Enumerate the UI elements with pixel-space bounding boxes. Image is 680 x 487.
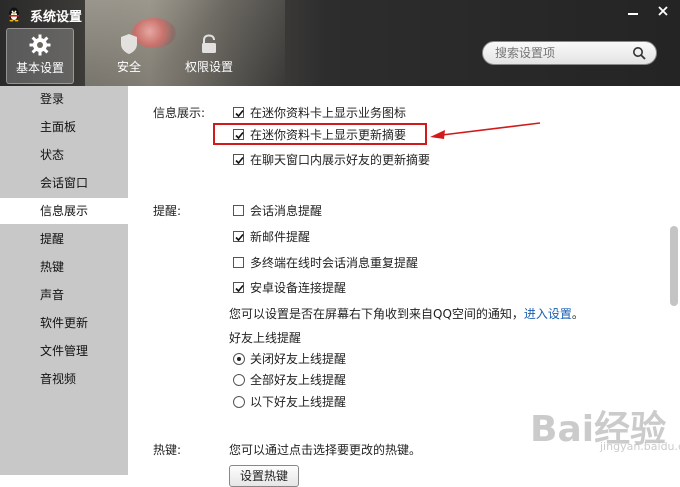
tab-basic-settings-label: 基本设置 [15, 61, 64, 75]
hotkey-description: 您可以通过点击选择要更改的热键。 [229, 443, 422, 457]
note-end: 。 [571, 307, 584, 321]
checkbox[interactable] [233, 282, 244, 293]
radio-selected-dot [237, 357, 241, 361]
checkbox-label: 多终端在线时会话消息重复提醒 [250, 256, 419, 270]
baidu-watermark-url: jingyan.baidu.com [600, 440, 680, 453]
minimize-button[interactable] [620, 2, 646, 22]
search-input[interactable] [495, 45, 625, 61]
radio-label: 关闭好友上线提醒 [250, 352, 347, 366]
reminder-option-new-mail[interactable]: 新邮件提醒 [233, 228, 310, 246]
sidebar-item-hotkeys[interactable]: 热键 [0, 254, 128, 280]
sidebar-item-main-panel[interactable]: 主面板 [0, 114, 128, 140]
checkbox-label: 安卓设备连接提醒 [250, 281, 347, 295]
sidebar-item-status[interactable]: 状态 [0, 142, 128, 168]
sidebar-item-login[interactable]: 登录 [0, 86, 128, 112]
reminder-option-android-connect[interactable]: 安卓设备连接提醒 [233, 279, 346, 297]
friend-online-option-all[interactable]: 全部好友上线提醒 [233, 371, 346, 389]
checkmark-icon [235, 233, 244, 242]
sidebar-item-file-management[interactable]: 文件管理 [0, 338, 128, 364]
info-option-business-icon[interactable]: 在迷你资料卡上显示业务图标 [233, 104, 406, 122]
tab-security-label: 安全 [116, 60, 141, 74]
enter-settings-link[interactable]: 进入设置 [524, 307, 572, 321]
window-title: 系统设置 [30, 10, 83, 25]
checkbox-label: 新邮件提醒 [250, 230, 311, 244]
annotation-highlight-box [213, 123, 427, 145]
close-icon [658, 6, 668, 16]
info-option-chat-update-summary[interactable]: 在聊天窗口内展示好友的更新摘要 [233, 151, 430, 169]
reminder-option-multi-terminal[interactable]: 多终端在线时会话消息重复提醒 [233, 254, 418, 272]
gear-icon [29, 34, 51, 56]
sidebar-item-software-update[interactable]: 软件更新 [0, 310, 128, 336]
minimize-icon [628, 13, 638, 15]
sidebar-item-reminders[interactable]: 提醒 [0, 226, 128, 252]
tab-permission-settings[interactable]: 权限设置 [176, 28, 242, 82]
checkmark-icon [235, 109, 244, 118]
checkbox-label: 会话消息提醒 [250, 204, 323, 218]
sidebar: 登录 主面板 状态 会话窗口 信息展示 提醒 热键 声音 软件更新 文件管理 音… [0, 86, 128, 475]
checkbox-label: 在聊天窗口内展示好友的更新摘要 [250, 153, 431, 167]
checkbox[interactable] [233, 231, 244, 242]
shield-icon [121, 34, 137, 54]
set-hotkey-button[interactable]: 设置热键 [229, 465, 299, 487]
sidebar-item-audio-video[interactable]: 音视频 [0, 366, 128, 392]
note-text: 您可以设置是否在屏幕右下角收到来自QQ空间的通知， [229, 307, 524, 321]
reminder-option-chat-message[interactable]: 会话消息提醒 [233, 202, 322, 220]
search-box[interactable] [482, 41, 657, 65]
radio-label: 全部好友上线提醒 [250, 373, 347, 387]
friend-online-option-off[interactable]: 关闭好友上线提醒 [233, 350, 346, 368]
close-button[interactable] [650, 2, 676, 22]
sidebar-item-info-display[interactable]: 信息展示 [0, 198, 128, 224]
tab-permission-settings-label: 权限设置 [184, 60, 233, 74]
radio-button[interactable] [233, 353, 245, 365]
tab-security[interactable]: 安全 [96, 28, 162, 82]
friend-online-label: 好友上线提醒 [229, 331, 302, 345]
radio-button[interactable] [233, 374, 245, 386]
scrollbar-thumb[interactable] [670, 226, 678, 306]
qq-penguin-icon [9, 7, 19, 22]
reminder-section-label: 提醒: [153, 204, 182, 218]
radio-label: 以下好友上线提醒 [250, 395, 347, 409]
checkbox[interactable] [233, 205, 244, 216]
sidebar-item-chat-window[interactable]: 会话窗口 [0, 170, 128, 196]
radio-button[interactable] [233, 396, 245, 408]
tab-basic-settings[interactable]: 基本设置 [6, 28, 74, 84]
checkbox[interactable] [233, 107, 244, 118]
search-icon[interactable] [632, 46, 646, 60]
qzone-notification-note: 您可以设置是否在屏幕右下角收到来自QQ空间的通知，进入设置。 [229, 305, 584, 322]
lock-icon [202, 34, 216, 53]
hotkey-section-label: 热键: [153, 443, 182, 457]
checkbox[interactable] [233, 154, 244, 165]
checkbox[interactable] [233, 257, 244, 268]
info-display-section-label: 信息展示: [153, 106, 206, 120]
annotation-arrow-icon [430, 122, 541, 139]
sidebar-item-sound[interactable]: 声音 [0, 282, 128, 308]
checkmark-icon [235, 156, 244, 165]
checkmark-icon [235, 284, 244, 293]
friend-online-option-following[interactable]: 以下好友上线提醒 [233, 393, 346, 411]
checkbox-label: 在迷你资料卡上显示业务图标 [250, 106, 407, 120]
